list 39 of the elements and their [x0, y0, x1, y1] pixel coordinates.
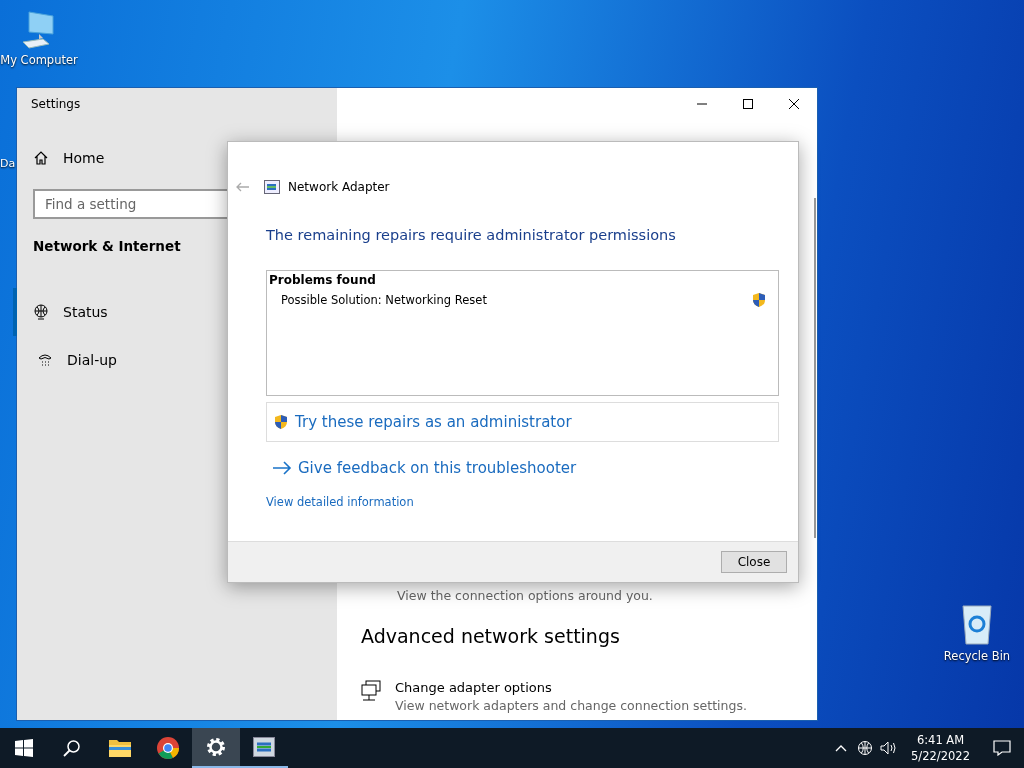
home-nav-item[interactable]: Home	[17, 145, 337, 171]
search-icon	[63, 739, 81, 757]
details-link[interactable]: View detailed information	[266, 495, 414, 509]
taskbar-app-button[interactable]	[192, 728, 240, 768]
home-icon	[33, 150, 49, 166]
gear-icon	[205, 736, 227, 758]
date-text: 5/22/2022	[911, 748, 970, 764]
feedback-link[interactable]: Give feedback on this troubleshooter	[272, 459, 577, 477]
time-text: 6:41 AM	[916, 732, 965, 748]
close-button[interactable]: Close	[721, 551, 787, 573]
shield-icon	[274, 414, 288, 430]
clock[interactable]: 6:41 AM 5/22/2022	[901, 732, 980, 764]
globe-icon	[33, 304, 49, 320]
adapter-icon	[253, 737, 275, 757]
start-icon	[15, 739, 33, 757]
monitors-icon	[361, 680, 383, 702]
close-icon	[789, 99, 799, 109]
desktop-icon-label: Da	[0, 157, 16, 170]
arrow-icon	[272, 461, 292, 475]
option-description: View the connection options around you.	[397, 588, 654, 603]
scrollbar[interactable]	[814, 198, 816, 538]
adapter-icon	[264, 180, 280, 194]
nav-item[interactable]: Dial-up	[17, 336, 337, 384]
caret-icon	[835, 744, 848, 752]
phone-icon	[37, 352, 53, 368]
dialog-heading: The remaining repairs require administrator permissions	[266, 227, 676, 243]
option-description: View network adapters and change connection settings.	[395, 698, 747, 713]
window-title: Settings	[30, 96, 82, 113]
list-header: Problems found	[269, 273, 377, 287]
desktop-icon-label: My Computer	[0, 53, 78, 67]
section-heading: Network & Internet	[33, 238, 181, 254]
folder-icon	[108, 738, 132, 758]
chat-bubble-icon	[993, 740, 1011, 756]
browser-icon	[156, 736, 180, 760]
admin-repair-button[interactable]: Try these repairs as an administrator	[266, 402, 779, 442]
desktop-icon-label: Recycle Bin	[943, 649, 1011, 663]
option-link[interactable]: Change adapter options	[395, 680, 747, 695]
section-heading: Advanced network settings	[361, 625, 621, 647]
maximize-icon	[743, 99, 753, 109]
